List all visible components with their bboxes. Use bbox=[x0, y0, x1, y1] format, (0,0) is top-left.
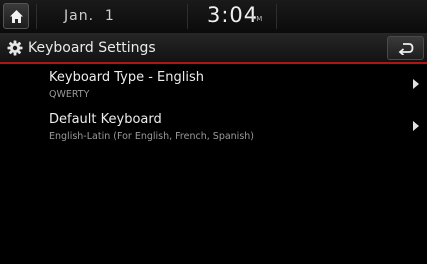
status-divider bbox=[187, 4, 188, 29]
status-divider bbox=[36, 4, 37, 29]
screen: Jan. 1 3:04 PM Keyboard Settings Keyboar… bbox=[0, 0, 427, 264]
item-title: Keyboard Type - English bbox=[49, 70, 204, 85]
status-bar: Jan. 1 3:04 PM bbox=[0, 0, 427, 33]
home-button[interactable] bbox=[3, 3, 29, 29]
chevron-right-icon bbox=[413, 121, 419, 131]
status-divider bbox=[276, 4, 277, 29]
back-arrow-icon bbox=[398, 43, 414, 55]
chevron-right-icon bbox=[413, 79, 419, 89]
title-bar: Keyboard Settings bbox=[0, 33, 427, 64]
item-title: Default Keyboard bbox=[49, 112, 162, 127]
list-item-keyboard-type[interactable]: Keyboard Type - English QWERTY bbox=[0, 66, 427, 110]
item-value: English-Latin (For English, French, Span… bbox=[49, 131, 255, 142]
status-date: Jan. 1 bbox=[64, 8, 115, 24]
home-icon bbox=[10, 10, 23, 23]
back-button[interactable] bbox=[387, 36, 424, 60]
status-ampm: PM bbox=[252, 15, 263, 23]
page-title: Keyboard Settings bbox=[28, 40, 156, 56]
status-time: 3:04 bbox=[207, 3, 259, 27]
item-value: QWERTY bbox=[49, 89, 90, 100]
list-item-default-keyboard[interactable]: Default Keyboard English-Latin (For Engl… bbox=[0, 108, 427, 152]
gear-icon bbox=[7, 40, 23, 56]
